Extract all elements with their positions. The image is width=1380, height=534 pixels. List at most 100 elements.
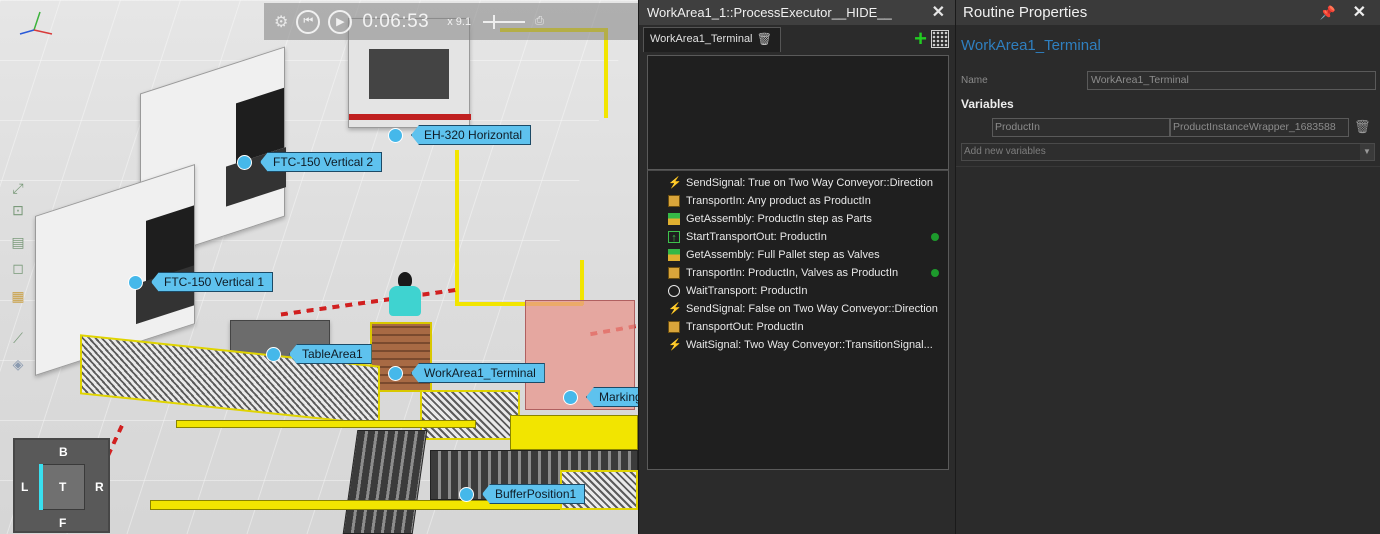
- pin-icon[interactable]: 📌: [1320, 0, 1336, 25]
- transport-in-icon: [668, 195, 680, 207]
- navigation-cube[interactable]: B L T R F: [13, 438, 110, 533]
- variable-type-field[interactable]: ProductInstanceWrapper_1683588: [1170, 118, 1349, 137]
- panel-title: WorkArea1_1::ProcessExecutor__HIDE__: [647, 5, 892, 20]
- statement-text: TransportIn: Any product as ProductIn: [686, 195, 871, 207]
- navcube-highlight: [39, 464, 43, 510]
- statement-text: TransportOut: ProductIn: [686, 321, 804, 333]
- statement-text: WaitSignal: Two Way Conveyor::Transition…: [686, 339, 933, 351]
- play-button[interactable]: ▶: [328, 9, 353, 34]
- fill-view-icon[interactable]: ⊡: [8, 202, 28, 220]
- statement-text: SendSignal: True on Two Way Conveyor::Di…: [686, 177, 934, 189]
- statement-grid-icon[interactable]: [931, 30, 949, 48]
- frame-icon[interactable]: ▤: [8, 234, 28, 252]
- tag-dot-icon: [237, 154, 252, 170]
- name-field[interactable]: WorkArea1_Terminal: [1087, 71, 1376, 90]
- view-cube-icon[interactable]: ◈: [8, 356, 28, 374]
- tag-label: BufferPosition1: [482, 484, 586, 504]
- tag-dot-icon: [563, 389, 578, 405]
- roller-conveyor[interactable]: [342, 430, 428, 534]
- navcube-left[interactable]: L: [21, 480, 28, 494]
- assembly-icon: [668, 249, 680, 261]
- navcube-front[interactable]: F: [59, 516, 66, 530]
- routine-tabs: WorkArea1_Terminal 🗑 +: [643, 27, 951, 52]
- tag-label: Marking: [586, 387, 638, 407]
- routine-canvas[interactable]: [647, 55, 949, 170]
- running-indicator: [931, 233, 939, 241]
- navcube-top[interactable]: T: [59, 480, 66, 494]
- render-mode-icon[interactable]: ▦: [8, 288, 28, 306]
- tag-dot-icon: [388, 365, 403, 381]
- chevron-down-icon[interactable]: ▼: [1360, 144, 1374, 160]
- pdf-export-icon[interactable]: ⎙: [535, 15, 544, 28]
- process-executor-panel: WorkArea1_1::ProcessExecutor__HIDE__ ✕ W…: [638, 0, 955, 534]
- routine-properties-panel: Routine Properties 📌 ✕ WorkArea1_Termina…: [955, 0, 1380, 534]
- add-variable-placeholder: Add new variables: [964, 146, 1046, 157]
- start-transport-out-icon: ↑: [668, 231, 680, 244]
- reset-button[interactable]: ⏮: [296, 9, 321, 34]
- close-icon[interactable]: ✕: [1353, 0, 1366, 25]
- component-tag[interactable]: Marking: [563, 386, 638, 408]
- divider: [956, 166, 1380, 167]
- signal-icon: ⚡: [668, 339, 682, 351]
- tag-dot-icon: [388, 127, 403, 143]
- variable-name-field[interactable]: ProductIn: [992, 118, 1170, 137]
- delete-variable-icon[interactable]: 🗑: [1354, 119, 1371, 135]
- navcube-back[interactable]: B: [59, 445, 68, 459]
- tab-routine[interactable]: WorkArea1_Terminal 🗑: [643, 27, 781, 52]
- app-window: FTC-150 Vertical 2 EH-320 Horizontal FTC…: [0, 0, 1380, 534]
- tag-label: EH-320 Horizontal: [411, 125, 532, 145]
- component-tag[interactable]: EH-320 Horizontal: [388, 124, 532, 146]
- statement-row[interactable]: ⚡ WaitSignal: Two Way Conveyor::Transiti…: [648, 336, 948, 354]
- statement-row[interactable]: WaitTransport: ProductIn: [648, 282, 948, 300]
- wireframe-icon[interactable]: ◻: [8, 260, 28, 278]
- snap-icon[interactable]: ⟋: [8, 330, 28, 348]
- worker-body[interactable]: [389, 286, 421, 316]
- component-tag[interactable]: FTC-150 Vertical 1: [128, 271, 274, 293]
- trash-icon[interactable]: 🗑: [757, 28, 772, 51]
- tag-label: WorkArea1_Terminal: [411, 363, 545, 383]
- statement-row[interactable]: TransportOut: ProductIn: [648, 318, 948, 336]
- axis-indicator-icon: [19, 11, 53, 35]
- component-tag[interactable]: TableArea1: [266, 343, 372, 365]
- add-routine-button[interactable]: +: [914, 27, 927, 51]
- signal-icon: ⚡: [668, 177, 682, 189]
- statement-row[interactable]: TransportIn: ProductIn, Valves as Produc…: [648, 264, 948, 282]
- statement-text: SendSignal: False on Two Way Conveyor::D…: [686, 303, 938, 315]
- variables-label: Variables: [961, 97, 1014, 111]
- panel-header: WorkArea1_1::ProcessExecutor__HIDE__ ✕: [639, 0, 955, 25]
- running-indicator: [931, 269, 939, 277]
- statement-row[interactable]: ↑ StartTransportOut: ProductIn: [648, 228, 948, 246]
- 3d-viewport[interactable]: FTC-150 Vertical 2 EH-320 Horizontal FTC…: [0, 0, 638, 534]
- speed-slider[interactable]: [483, 14, 526, 29]
- component-tag[interactable]: BufferPosition1: [459, 483, 586, 505]
- statement-list[interactable]: ⚡ SendSignal: True on Two Way Conveyor::…: [647, 170, 949, 470]
- tag-label: FTC-150 Vertical 1: [151, 272, 274, 292]
- component-tag[interactable]: FTC-150 Vertical 2: [237, 151, 383, 173]
- signal-icon: ⚡: [668, 303, 682, 315]
- statement-row[interactable]: GetAssembly: Full Pallet step as Valves: [648, 246, 948, 264]
- name-label: Name: [961, 75, 988, 86]
- statement-row[interactable]: ⚡ SendSignal: False on Two Way Conveyor:…: [648, 300, 948, 318]
- floor-marking: [604, 28, 608, 118]
- statement-row[interactable]: GetAssembly: ProductIn step as Parts: [648, 210, 948, 228]
- tag-label: TableArea1: [289, 344, 372, 364]
- routine-name-heading: WorkArea1_Terminal: [961, 37, 1101, 54]
- add-variable-dropdown[interactable]: Add new variables ▼: [961, 143, 1375, 161]
- safety-fence: [420, 390, 520, 440]
- component-tag[interactable]: WorkArea1_Terminal: [388, 362, 545, 384]
- navcube-right[interactable]: R: [95, 480, 104, 494]
- panel-title: Routine Properties: [963, 4, 1088, 21]
- tag-dot-icon: [128, 274, 143, 290]
- statement-text: GetAssembly: Full Pallet step as Valves: [686, 249, 880, 261]
- tag-dot-icon: [459, 486, 474, 502]
- floor-marking: [580, 260, 584, 305]
- settings-gear-icon[interactable]: ⚙: [274, 12, 288, 32]
- statement-row[interactable]: ⚡ SendSignal: True on Two Way Conveyor::…: [648, 174, 948, 192]
- simulation-toolbar: ⚙ ⏮ ▶ 0:06:53 x 9.1 ⎙: [264, 3, 638, 40]
- assembly-icon: [668, 213, 680, 225]
- transport-in-icon: [668, 267, 680, 279]
- statement-row[interactable]: TransportIn: Any product as ProductIn: [648, 192, 948, 210]
- panel-header: Routine Properties 📌 ✕: [956, 0, 1380, 25]
- fill-selected-icon[interactable]: ⤢: [8, 180, 28, 198]
- close-icon[interactable]: ✕: [932, 0, 945, 25]
